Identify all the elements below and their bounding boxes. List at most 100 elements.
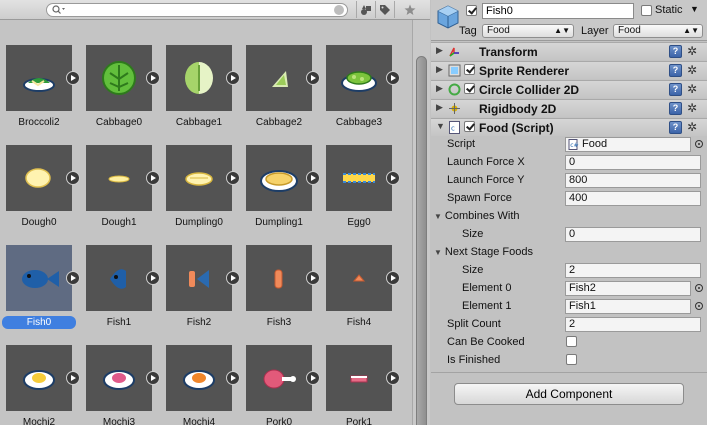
static-dropdown-arrow-icon[interactable]: ▼: [690, 4, 699, 14]
component-header[interactable]: ▶ Transform? ✲: [431, 42, 707, 60]
object-name-field[interactable]: [482, 3, 634, 19]
element-0-picker-icon[interactable]: [695, 284, 703, 292]
help-icon[interactable]: ?: [669, 121, 682, 134]
asset-thumbnail[interactable]: [86, 45, 152, 111]
asset-tile[interactable]: Egg0: [320, 120, 400, 228]
help-icon[interactable]: ?: [669, 83, 682, 96]
component-header[interactable]: ▼ c Food (Script)? ✲: [431, 118, 707, 136]
expand-sprite-icon[interactable]: [306, 271, 320, 285]
element-0-field[interactable]: Fish2: [565, 281, 691, 296]
help-icon[interactable]: ?: [669, 45, 682, 58]
tag-dropdown[interactable]: Food ▲▼: [482, 24, 574, 38]
component-header[interactable]: ▶ Rigidbody 2D? ✲: [431, 99, 707, 117]
asset-tile[interactable]: Broccoli2: [0, 20, 80, 128]
component-enabled-checkbox[interactable]: [464, 83, 475, 94]
expand-sprite-icon[interactable]: [66, 271, 80, 285]
asset-tile[interactable]: Cabbage0: [80, 20, 160, 128]
combines-with-foldout[interactable]: ▼ Combines With: [434, 210, 520, 222]
expand-sprite-icon[interactable]: [306, 371, 320, 385]
search-box[interactable]: [46, 3, 348, 17]
fold-arrow-icon[interactable]: ▶: [436, 45, 443, 56]
asset-thumbnail[interactable]: [166, 145, 232, 211]
asset-tile[interactable]: Dumpling0: [160, 120, 240, 228]
component-enabled-checkbox[interactable]: [464, 121, 475, 132]
gear-icon[interactable]: ✲: [687, 82, 697, 96]
help-icon[interactable]: ?: [669, 102, 682, 115]
split-count-field[interactable]: 2: [565, 317, 701, 332]
fold-arrow-icon[interactable]: ▶: [436, 83, 443, 94]
asset-thumbnail[interactable]: [326, 45, 392, 111]
is-finished-checkbox[interactable]: [566, 354, 577, 365]
expand-sprite-icon[interactable]: [386, 171, 400, 185]
fold-arrow-icon[interactable]: ▶: [436, 102, 443, 113]
combines-size-field[interactable]: 0: [565, 227, 701, 242]
component-header[interactable]: ▶ Circle Collider 2D? ✲: [431, 80, 707, 98]
asset-thumbnail[interactable]: [326, 345, 392, 411]
asset-tile[interactable]: Dough0: [0, 120, 80, 228]
component-enabled-checkbox[interactable]: [464, 64, 475, 75]
asset-tile[interactable]: Dumpling1: [240, 120, 320, 228]
expand-sprite-icon[interactable]: [226, 71, 240, 85]
asset-tile[interactable]: Pork0: [240, 320, 320, 425]
element-1-field[interactable]: Fish1: [565, 299, 691, 314]
gear-icon[interactable]: ✲: [687, 120, 697, 134]
asset-tile[interactable]: Fish3: [240, 220, 320, 328]
asset-tile[interactable]: Cabbage2: [240, 20, 320, 128]
next-size-field[interactable]: 2: [565, 263, 701, 278]
active-checkbox[interactable]: [466, 5, 477, 16]
search-input[interactable]: [67, 4, 329, 16]
launch-force-y-field[interactable]: 800: [565, 173, 701, 188]
expand-sprite-icon[interactable]: [146, 371, 160, 385]
gear-icon[interactable]: ✲: [687, 44, 697, 58]
filter-by-label-button[interactable]: [375, 1, 393, 18]
expand-sprite-icon[interactable]: [146, 71, 160, 85]
element-1-picker-icon[interactable]: [695, 302, 703, 310]
next-stage-foods-foldout[interactable]: ▼ Next Stage Foods: [434, 246, 533, 258]
asset-thumbnail[interactable]: [6, 145, 72, 211]
asset-tile[interactable]: Pork1: [320, 320, 400, 425]
static-checkbox[interactable]: [641, 5, 652, 16]
search-clear-icon[interactable]: [334, 5, 344, 15]
expand-sprite-icon[interactable]: [306, 71, 320, 85]
expand-sprite-icon[interactable]: [386, 271, 400, 285]
asset-thumbnail[interactable]: [6, 45, 72, 111]
add-component-button[interactable]: Add Component: [454, 383, 684, 405]
asset-thumbnail[interactable]: [166, 345, 232, 411]
asset-thumbnail[interactable]: [326, 245, 392, 311]
asset-thumbnail[interactable]: [86, 145, 152, 211]
asset-tile[interactable]: Mochi3: [80, 320, 160, 425]
component-header[interactable]: ▶ Sprite Renderer? ✲: [431, 61, 707, 79]
expand-sprite-icon[interactable]: [146, 271, 160, 285]
layer-dropdown[interactable]: Food ▲▼: [613, 24, 703, 38]
expand-sprite-icon[interactable]: [66, 171, 80, 185]
expand-sprite-icon[interactable]: [146, 171, 160, 185]
asset-thumbnail[interactable]: [246, 245, 312, 311]
asset-thumbnail[interactable]: [246, 145, 312, 211]
asset-tile[interactable]: Fish0: [0, 220, 80, 329]
asset-tile[interactable]: Cabbage3: [320, 20, 400, 128]
gear-icon[interactable]: ✲: [687, 101, 697, 115]
project-scrollbar-thumb[interactable]: [416, 56, 427, 425]
help-icon[interactable]: ?: [669, 64, 682, 77]
expand-sprite-icon[interactable]: [386, 71, 400, 85]
asset-thumbnail[interactable]: [86, 345, 152, 411]
asset-tile[interactable]: Cabbage1: [160, 20, 240, 128]
gear-icon[interactable]: ✲: [687, 63, 697, 77]
asset-tile[interactable]: Fish1: [80, 220, 160, 328]
filter-by-type-button[interactable]: [356, 1, 374, 18]
expand-sprite-icon[interactable]: [226, 271, 240, 285]
favorite-button[interactable]: [394, 1, 424, 18]
launch-force-x-field[interactable]: 0: [565, 155, 701, 170]
asset-tile[interactable]: Fish2: [160, 220, 240, 328]
spawn-force-field[interactable]: 400: [565, 191, 701, 206]
script-picker-icon[interactable]: [695, 140, 703, 148]
asset-tile[interactable]: Mochi2: [0, 320, 80, 425]
expand-sprite-icon[interactable]: [386, 371, 400, 385]
expand-sprite-icon[interactable]: [306, 171, 320, 185]
asset-thumbnail[interactable]: [86, 245, 152, 311]
asset-thumbnail[interactable]: [326, 145, 392, 211]
script-field[interactable]: c# Food: [565, 137, 691, 152]
asset-tile[interactable]: Mochi4: [160, 320, 240, 425]
asset-tile[interactable]: Dough1: [80, 120, 160, 228]
asset-tile[interactable]: Fish4: [320, 220, 400, 328]
